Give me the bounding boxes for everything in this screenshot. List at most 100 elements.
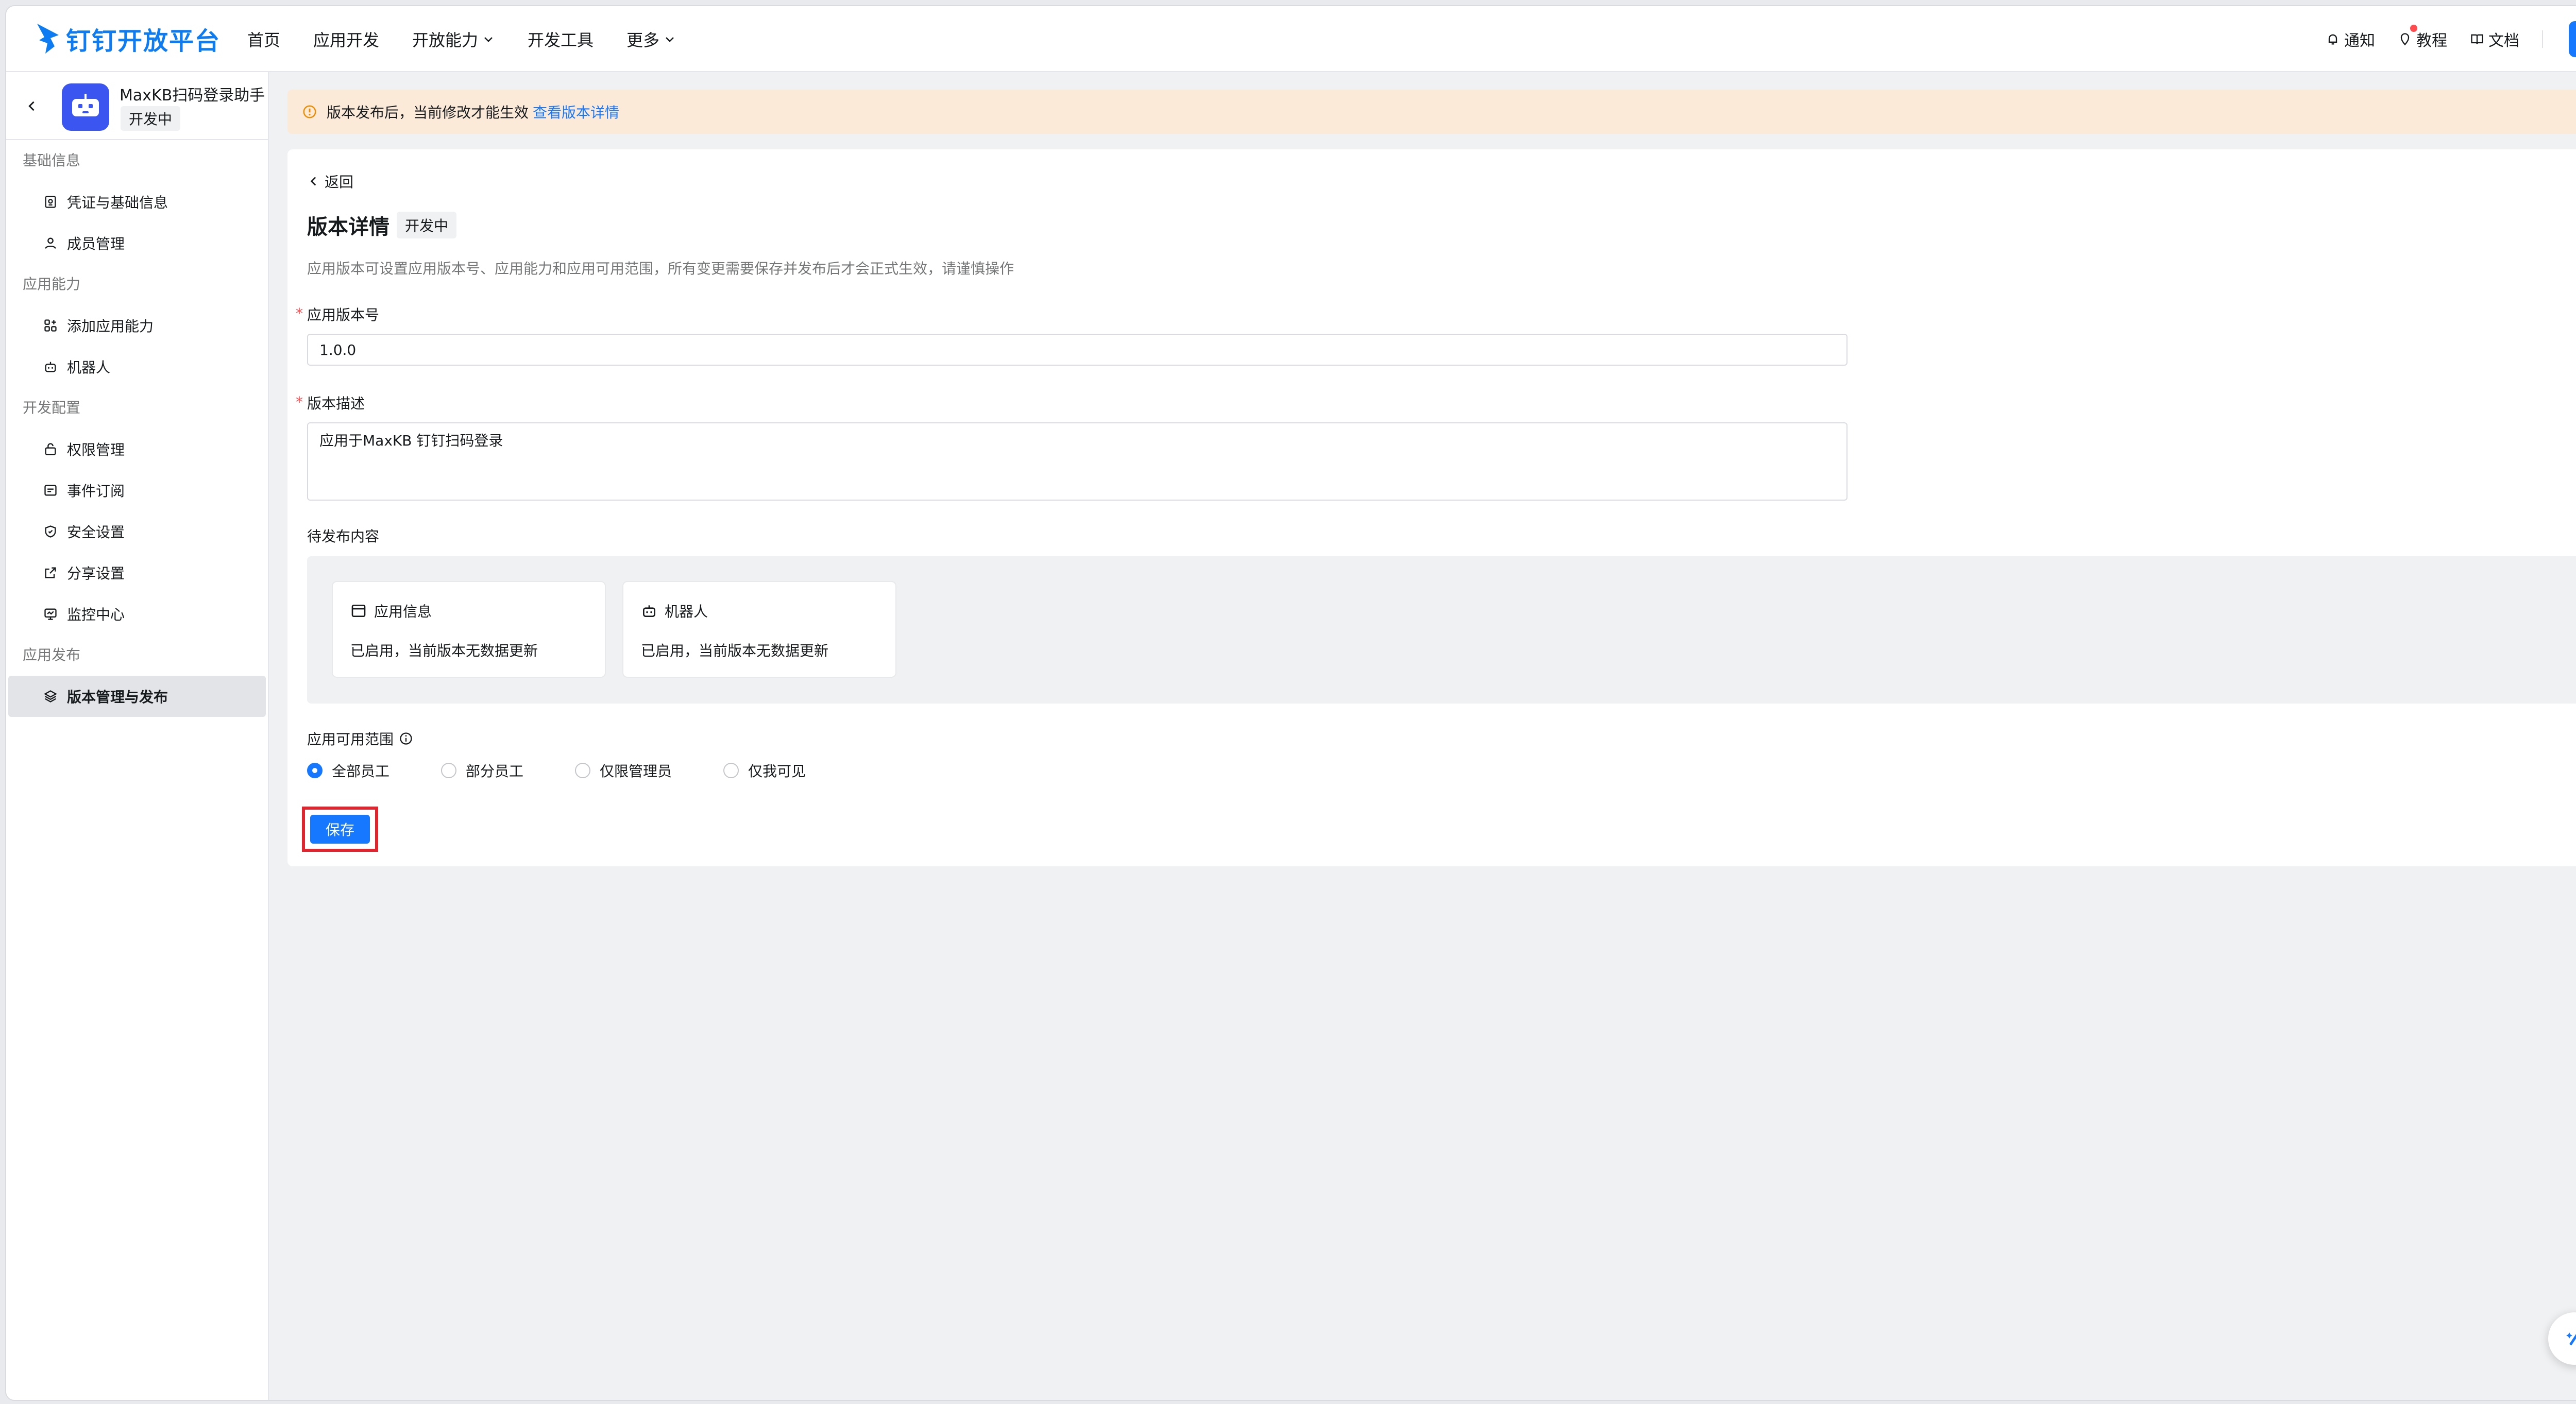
sidebar-item-add-capability[interactable]: 添加应用能力 — [6, 305, 268, 346]
avatar[interactable] — [2569, 21, 2576, 57]
save-button[interactable]: 保存 — [310, 815, 370, 844]
nav-divider — [2542, 30, 2543, 48]
brand-logo[interactable]: 钉钉开放平台 — [35, 21, 221, 57]
app-window: 钉钉开放平台 首页 应用开发 开放能力 开发工具 更多 通知 教程 文档 Max… — [5, 5, 2576, 1401]
ai-assistant-button[interactable] — [2548, 1312, 2576, 1365]
share-icon — [45, 567, 56, 578]
nav-open-capability-label: 开放能力 — [412, 30, 479, 50]
sidebar-item-label: 成员管理 — [67, 235, 125, 252]
app-status-badge: 开发中 — [121, 106, 181, 131]
nav-app-dev[interactable]: 应用开发 — [313, 27, 379, 51]
app-window-icon — [351, 605, 366, 617]
docs-label: 文档 — [2488, 32, 2519, 50]
back-label: 返回 — [325, 174, 354, 191]
version-description-textarea[interactable]: 应用于MaxKB 钉钉扫码登录 — [307, 422, 1848, 501]
tutorial-label: 教程 — [2416, 32, 2447, 50]
required-mark: * — [296, 305, 303, 322]
sidebar-item-label: 事件订阅 — [67, 483, 125, 500]
version-number-label: * 应用版本号 — [296, 304, 380, 324]
pending-card-header: 应用信息 — [350, 601, 432, 621]
section-title-basic: 基础信息 — [23, 152, 81, 169]
sidebar: MaxKB扫码登录助手 开发中 基础信息 凭证与基础信息 成员管理 应用能力 添… — [6, 72, 269, 1400]
sidebar-item-monitor[interactable]: 监控中心 — [6, 593, 268, 635]
sidebar-item-credentials[interactable]: 凭证与基础信息 — [6, 181, 268, 222]
sidebar-item-permissions[interactable]: 权限管理 — [6, 429, 268, 470]
user-icon — [45, 237, 56, 249]
lock-icon — [45, 443, 56, 455]
sidebar-item-security[interactable]: 安全设置 — [6, 511, 268, 552]
chevron-left-icon — [28, 101, 35, 111]
sidebar-item-label: 权限管理 — [67, 441, 125, 458]
scope-option-all-staff[interactable]: 全部员工 — [307, 760, 389, 781]
sidebar-item-events[interactable]: 事件订阅 — [6, 470, 268, 511]
scope-option-some-staff[interactable]: 部分员工 — [441, 760, 523, 781]
back-link[interactable]: 返回 — [307, 171, 353, 192]
docs-link[interactable]: 文档 — [2470, 28, 2519, 50]
robot-icon — [45, 362, 56, 372]
sidebar-item-label: 添加应用能力 — [67, 318, 154, 335]
pending-content-label: 待发布内容 — [307, 528, 380, 545]
chevron-down-icon — [482, 33, 495, 45]
pending-card-note: 已启用，当前版本无数据更新 — [641, 642, 829, 659]
monitor-icon — [44, 608, 57, 620]
pending-card-robot: 机器人 已启用，当前版本无数据更新 — [622, 581, 896, 678]
sidebar-item-label: 安全设置 — [67, 524, 125, 541]
nav-app-dev-label: 应用开发 — [313, 30, 380, 50]
event-icon — [44, 485, 57, 496]
radio-unselected[interactable] — [723, 763, 739, 778]
version-detail-card: 返回 版本详情 开发中 应用版本可设置应用版本号、应用能力和应用可用范围，所有变… — [287, 149, 2576, 866]
radio-unselected[interactable] — [575, 763, 591, 778]
save-button-highlight: 保存 — [302, 807, 378, 852]
version-number-input[interactable] — [307, 334, 1848, 366]
scope-option-only-me[interactable]: 仅我可见 — [723, 760, 806, 781]
version-description-label-text: 版本描述 — [307, 395, 365, 412]
notice-banner: 版本发布后，当前修改才能生效 查看版本详情 — [287, 90, 2576, 134]
banner-text: 版本发布后，当前修改才能生效 — [327, 104, 529, 121]
back-button[interactable] — [22, 96, 42, 116]
scope-option-admins-only[interactable]: 仅限管理员 — [575, 760, 672, 781]
radio-label: 部分员工 — [466, 763, 524, 780]
pending-content-panel: 应用信息 已启用，当前版本无数据更新 机器人 已启用，当前版本无数据更新 — [307, 556, 2576, 704]
radio-selected[interactable] — [307, 763, 323, 778]
sidebar-item-label: 分享设置 — [67, 565, 125, 582]
nav-dev-tools-label: 开发工具 — [528, 30, 594, 50]
brand-name: 钉钉开放平台 — [66, 27, 221, 56]
status-badge: 开发中 — [397, 212, 457, 238]
nav-home-label: 首页 — [247, 30, 281, 50]
sidebar-item-label: 监控中心 — [67, 606, 125, 623]
sidebar-item-share[interactable]: 分享设置 — [6, 552, 268, 593]
section-title-capability: 应用能力 — [23, 276, 81, 293]
scope-label-text: 应用可用范围 — [307, 731, 394, 748]
notify-link[interactable]: 通知 — [2326, 28, 2375, 50]
radio-label: 仅限管理员 — [600, 763, 672, 780]
sidebar-item-label: 版本管理与发布 — [67, 689, 168, 706]
app-header: MaxKB扫码登录助手 开发中 — [6, 72, 268, 140]
pending-card-title: 应用信息 — [374, 603, 432, 620]
shield-icon — [45, 525, 56, 538]
nav-more-label: 更多 — [626, 30, 660, 50]
book-icon — [2471, 34, 2483, 44]
nav-open-capability[interactable]: 开放能力 — [412, 27, 495, 51]
location-pin-icon — [2400, 33, 2410, 46]
nav-more[interactable]: 更多 — [626, 27, 676, 51]
required-mark: * — [296, 393, 303, 410]
info-icon[interactable] — [399, 731, 413, 746]
pending-card-app-info: 应用信息 已启用，当前版本无数据更新 — [332, 581, 606, 678]
sidebar-item-label: 凭证与基础信息 — [67, 194, 168, 211]
view-version-details-link[interactable]: 查看版本详情 — [533, 101, 619, 122]
sidebar-item-members[interactable]: 成员管理 — [6, 222, 268, 264]
robot-icon — [643, 605, 655, 617]
section-title-dev-config: 开发配置 — [23, 399, 81, 416]
nav-dev-tools[interactable]: 开发工具 — [528, 27, 594, 51]
credential-icon — [45, 196, 56, 208]
app-robot-avatar — [62, 83, 109, 131]
sidebar-item-robot[interactable]: 机器人 — [6, 346, 268, 387]
tutorial-link[interactable]: 教程 — [2398, 25, 2447, 50]
nav-home[interactable]: 首页 — [247, 27, 280, 51]
sidebar-item-label: 机器人 — [67, 359, 111, 376]
scope-label: 应用可用范围 — [307, 728, 413, 749]
version-number-label-text: 应用版本号 — [307, 306, 380, 323]
radio-unselected[interactable] — [441, 763, 457, 778]
robot-icon — [72, 94, 99, 116]
sidebar-item-version-release[interactable]: 版本管理与发布 — [8, 676, 266, 717]
